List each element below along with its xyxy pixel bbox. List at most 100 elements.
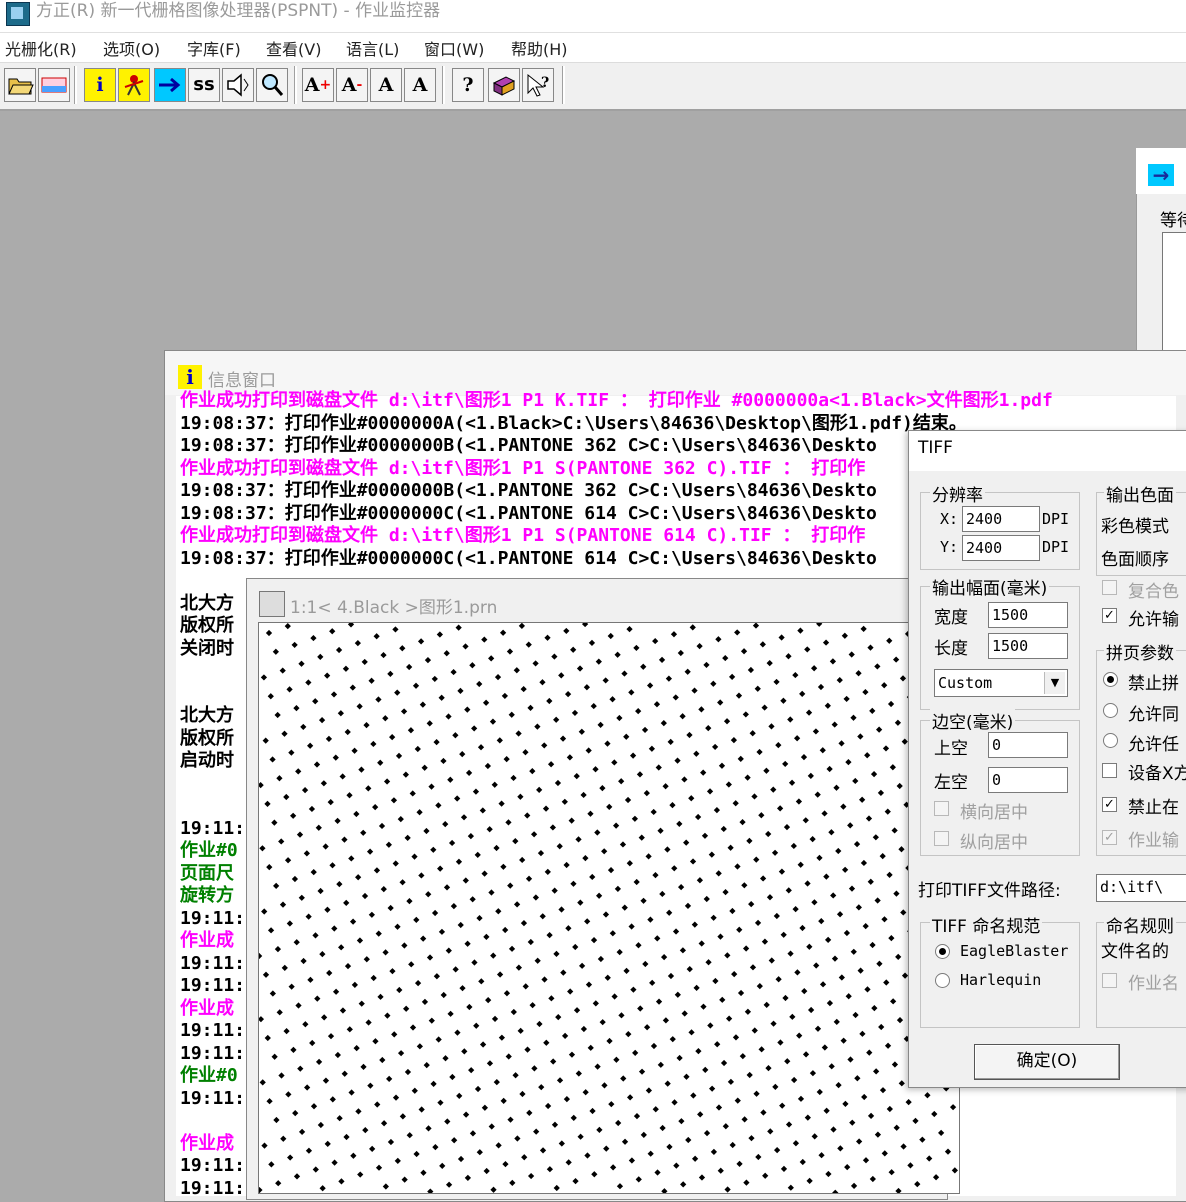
ss-icon[interactable]: ss	[188, 68, 220, 102]
font-add-icon[interactable]: A+	[302, 68, 334, 102]
naming-eagleblaster-radio[interactable]	[935, 944, 950, 959]
log-line: 作业成功打印到磁盘文件 d:\itf\图形1 P1 K.TIF ： 打印作业 #…	[180, 390, 1053, 411]
forbid-label: 禁止在	[1128, 798, 1179, 818]
imposition-same-radio[interactable]	[1103, 703, 1118, 718]
log-line: 北大方	[180, 705, 234, 726]
color-output-group-title: 输出色面	[1104, 481, 1176, 506]
resolution-y-field[interactable]: 2400	[962, 535, 1040, 561]
log-line: 旋转方	[180, 885, 234, 906]
naming-rule-group-title: 命名规则	[1104, 912, 1176, 937]
log-line: 19:08:37：打印作业#0000000B(<1.PANTONE 362 C>…	[180, 480, 877, 501]
waiting-label: 等待	[1160, 211, 1186, 231]
info-window-title: 信息窗口	[208, 371, 276, 391]
log-line: 19:11:0	[180, 1020, 256, 1041]
naming-harlequin-label: Harlequin	[960, 971, 1042, 989]
job-output-label: 作业输	[1128, 831, 1179, 851]
log-line: 19:11:0	[180, 1155, 256, 1176]
font-search-icon[interactable]: A	[404, 68, 436, 102]
chevron-down-icon[interactable]: ▼	[1044, 672, 1065, 694]
log-line: 版权所	[180, 727, 234, 749]
font-remove-icon[interactable]: A-	[336, 68, 368, 102]
log-line: 作业成功打印到磁盘文件 d:\itf\图形1 P1 S(PANTONE 362 …	[180, 457, 866, 479]
imposition-forbid-radio[interactable]	[1103, 672, 1118, 687]
menu-view[interactable]: 查看(V)	[266, 36, 321, 60]
tiff-path-field[interactable]: d:\itf\	[1096, 874, 1186, 902]
log-line: 19:08:37：打印作业#0000000A(<1.Black>C:\Users…	[180, 412, 967, 434]
resolution-x-field[interactable]: 2400	[962, 506, 1040, 532]
menu-language[interactable]: 语言(L)	[346, 36, 399, 60]
log-line: 启动时	[180, 750, 234, 771]
resolution-x-label: X:	[940, 510, 959, 528]
ttf-icon[interactable]	[38, 68, 70, 102]
tiff-path-label: 打印TIFF文件路径:	[918, 881, 1061, 901]
halftone-preview[interactable]	[256, 620, 962, 1196]
height-label: 长度	[934, 639, 968, 659]
height-field[interactable]: 1500	[988, 633, 1068, 659]
allow-output-label: 允许输	[1128, 610, 1179, 630]
app-icon	[6, 2, 30, 26]
allow-output-checkbox[interactable]: ✓	[1102, 608, 1117, 623]
left-margin-label: 左空	[934, 773, 968, 793]
log-line: 页面尺	[180, 862, 234, 884]
color-order-label: 色面顺序	[1101, 550, 1169, 570]
hcenter-checkbox[interactable]	[934, 801, 949, 816]
log-line: 作业成	[180, 930, 234, 951]
speaker-icon[interactable]	[222, 68, 254, 102]
help-icon[interactable]: ?	[452, 68, 484, 102]
log-line: 19:11:0	[180, 952, 256, 974]
vcenter-checkbox[interactable]	[934, 831, 949, 846]
imposition-any-radio[interactable]	[1103, 733, 1118, 748]
info-icon: i	[178, 365, 202, 389]
context-help-icon[interactable]: ?	[522, 68, 554, 102]
font-replace-icon[interactable]: A	[370, 68, 402, 102]
menu-fonts[interactable]: 字库(F)	[187, 36, 241, 60]
job-person-icon[interactable]	[118, 68, 150, 102]
arrow-right-icon[interactable]	[154, 68, 186, 102]
naming-group-title: TIFF 命名规范	[930, 912, 1043, 937]
open-folder-icon[interactable]	[4, 68, 36, 102]
log-line: 作业#0	[180, 840, 238, 861]
device-x-label: 设备X方	[1128, 764, 1186, 784]
forbid-checkbox[interactable]: ✓	[1102, 797, 1117, 812]
imposition-group-title: 拼页参数	[1104, 639, 1176, 664]
book-icon[interactable]	[488, 68, 520, 102]
ok-button[interactable]: 确定(O)	[974, 1044, 1120, 1080]
hcenter-label: 横向居中	[960, 803, 1028, 823]
tiff-dialog-title: TIFF	[918, 438, 953, 458]
top-margin-field[interactable]: 0	[988, 732, 1068, 758]
arrow-right-icon: →	[1148, 164, 1174, 186]
menu-window[interactable]: 窗口(W)	[424, 36, 484, 60]
log-line: 北大方	[180, 592, 234, 614]
menu-help[interactable]: 帮助(H)	[511, 36, 568, 60]
preview-window-title: 1:1< 4.Black >图形1.prn	[290, 598, 498, 618]
job-output-checkbox[interactable]: ✓	[1102, 830, 1117, 845]
margin-group-title: 边空(毫米)	[930, 708, 1016, 733]
log-line: 19:11:0	[180, 1087, 256, 1109]
log-line: 19:11:0	[180, 817, 256, 839]
svg-text:?: ?	[541, 75, 549, 91]
menu-options[interactable]: 选项(O)	[103, 36, 160, 60]
log-line: 19:08:37：打印作业#0000000C(<1.PANTONE 614 C>…	[180, 502, 877, 524]
info-icon[interactable]: i	[84, 68, 116, 102]
window-title: 方正(R) 新一代栅格图像处理器(PSPNT) - 作业监控器	[36, 1, 441, 21]
font-glyph: A	[412, 74, 428, 96]
filename-rule-label: 文件名的	[1101, 942, 1169, 962]
jobname-checkbox[interactable]	[1102, 973, 1117, 988]
width-field[interactable]: 1500	[988, 602, 1068, 628]
composite-checkbox[interactable]	[1102, 580, 1117, 595]
font-glyph: A	[378, 74, 394, 96]
menu-bar	[0, 32, 1186, 63]
menu-rasterize[interactable]: 光栅化(R)	[5, 36, 77, 60]
font-glyph: A	[341, 74, 357, 96]
imposition-same-label: 允许同	[1128, 705, 1179, 725]
device-x-checkbox[interactable]	[1102, 763, 1117, 778]
composite-label: 复合色	[1128, 582, 1179, 602]
zoom-icon[interactable]	[256, 68, 288, 102]
imposition-any-label: 允许任	[1128, 735, 1179, 755]
log-line: 作业#0	[180, 1065, 238, 1086]
naming-eagleblaster-label: EagleBlaster	[960, 942, 1069, 960]
size-preset-value: Custom	[938, 674, 993, 692]
naming-harlequin-radio[interactable]	[935, 973, 950, 988]
left-margin-field[interactable]: 0	[988, 767, 1068, 793]
log-line: 19:11:0	[180, 975, 256, 996]
